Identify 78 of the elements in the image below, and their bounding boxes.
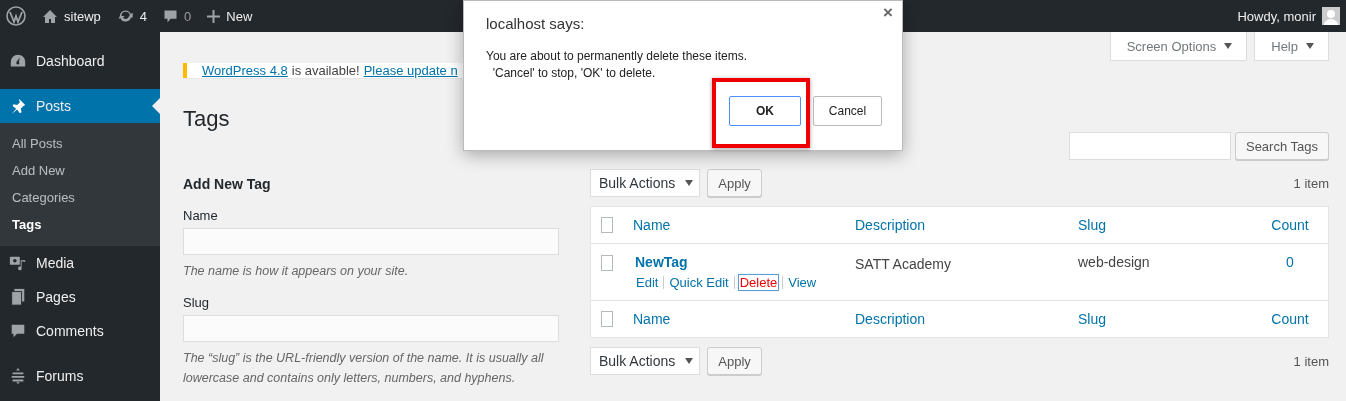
page-title: Tags — [183, 106, 230, 132]
apply-button[interactable]: Apply — [707, 347, 762, 375]
column-header[interactable]: Name — [633, 311, 671, 327]
column-header[interactable]: Description — [855, 217, 926, 233]
column-header[interactable]: Description — [855, 311, 926, 327]
caret-icon — [685, 358, 694, 364]
greeting: Howdy, monir — [1237, 8, 1316, 24]
close-button[interactable]: × — [883, 3, 893, 23]
comments-link[interactable]: 0 — [163, 8, 192, 24]
submenu-item[interactable]: All Posts — [0, 130, 160, 157]
caret-icon — [685, 180, 694, 186]
submenu-item[interactable]: Tags — [0, 211, 160, 238]
plus-icon — [207, 9, 221, 23]
update-count: 4 — [139, 8, 148, 24]
row-checkbox[interactable] — [601, 255, 613, 271]
submenu-item[interactable]: Categories — [0, 184, 160, 211]
dialog-button[interactable]: OK — [729, 96, 801, 126]
row-action-link[interactable]: View — [787, 275, 818, 290]
screen-tab[interactable]: Help — [1254, 32, 1329, 61]
pages-icon — [9, 288, 27, 306]
update-link[interactable]: Please update n — [363, 63, 458, 78]
bulk-actions-select[interactable]: Bulk Actions — [590, 347, 701, 375]
column-header[interactable]: Slug — [1078, 217, 1107, 233]
count-link[interactable]: 0 — [1286, 254, 1294, 270]
field-help: The “slug” is the URL-friendly version of the name. It is usually all lowercase and contains only letters, numbers, and hyphens. — [183, 350, 545, 387]
camera-music-icon — [9, 254, 27, 272]
menu-item[interactable]: Media — [0, 246, 160, 280]
caret-icon — [1306, 43, 1314, 49]
comment-count: 0 — [184, 8, 192, 24]
column-header[interactable]: Count — [1271, 217, 1309, 233]
forums-icon — [9, 367, 27, 385]
column-header[interactable]: Count — [1271, 311, 1309, 327]
row-action-link[interactable]: Delete — [738, 275, 779, 290]
wordpress-logo[interactable] — [6, 6, 26, 26]
input-field[interactable] — [183, 315, 559, 342]
menu-item[interactable]: Forums — [0, 359, 160, 393]
menu-item[interactable]: Posts — [0, 89, 160, 123]
input-field[interactable] — [183, 228, 559, 255]
apply-button[interactable]: Apply — [707, 169, 762, 197]
field-help: The name is how it appears on your site. — [183, 263, 410, 280]
new-label: New — [226, 8, 253, 24]
select-all-checkbox[interactable] — [601, 311, 613, 327]
notice-text: is available! — [291, 63, 360, 78]
bulk-actions-select[interactable]: Bulk Actions — [590, 169, 701, 197]
refresh-icon — [116, 8, 134, 24]
dialog-title: localhost says: — [486, 15, 586, 32]
avatar-icon — [1322, 7, 1340, 25]
item-count: 1 item — [1293, 175, 1329, 191]
menu-item[interactable]: Comments — [0, 314, 160, 348]
updates-link[interactable]: 4 — [116, 8, 148, 24]
speech-bubble-icon — [163, 8, 179, 24]
table-cell: web-design — [1078, 254, 1150, 270]
row-action-link[interactable]: Edit — [635, 275, 660, 290]
caret-icon — [1224, 43, 1233, 49]
tag-name-link[interactable]: NewTag — [635, 254, 835, 270]
search-field[interactable] — [1068, 132, 1231, 160]
menu-item[interactable]: Dashboard — [0, 44, 160, 78]
column-header[interactable]: Slug — [1078, 311, 1107, 327]
row-action-link[interactable]: Quick Edit — [668, 275, 730, 290]
account-menu[interactable]: Howdy, monir — [1237, 7, 1340, 25]
submenu-item[interactable]: Add New — [0, 157, 160, 184]
site-name: sitewp — [64, 8, 101, 24]
field-label: Slug — [183, 295, 211, 310]
select-all-checkbox[interactable] — [601, 217, 613, 233]
dialog-message: You are about to permanently delete these items. 'Cancel' to stop, 'OK' to delete. — [486, 48, 749, 82]
new-link[interactable]: New — [207, 8, 253, 24]
search-button[interactable]: Search Tags — [1234, 132, 1329, 160]
dialog-button[interactable]: Cancel — [813, 96, 882, 126]
version-link[interactable]: WordPress 4.8 — [202, 63, 288, 78]
column-header[interactable]: Name — [633, 217, 671, 233]
site-link[interactable]: sitewp — [42, 8, 101, 24]
menu-item[interactable]: Pages — [0, 280, 160, 314]
field-label: Name — [183, 208, 219, 223]
screen-tab[interactable]: Screen Options — [1109, 32, 1248, 61]
home-icon — [42, 8, 58, 24]
item-count: 1 item — [1293, 353, 1329, 369]
form-heading: Add New Tag — [183, 176, 272, 192]
table-cell: SATT Academy — [855, 256, 951, 272]
